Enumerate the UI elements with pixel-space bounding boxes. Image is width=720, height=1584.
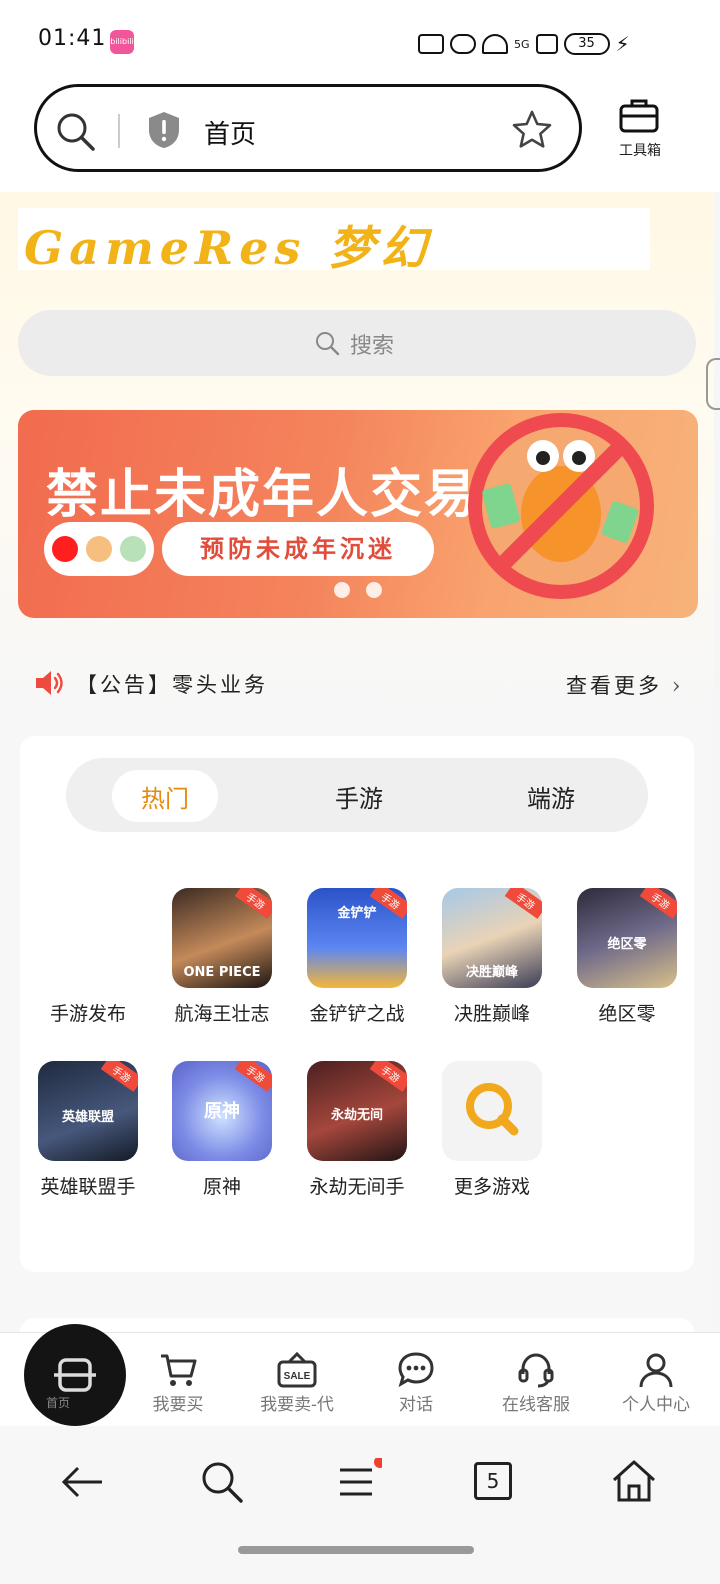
green-light bbox=[120, 536, 146, 562]
game-tile-one-piece[interactable]: 手游 ONE PIECE bbox=[172, 888, 272, 988]
game-label[interactable]: 永劫无间手 bbox=[295, 1172, 419, 1199]
game-label[interactable]: 绝区零 bbox=[565, 999, 689, 1026]
mobile-game-tag: 手游 bbox=[100, 1061, 138, 1092]
chat-icon bbox=[398, 1352, 434, 1388]
prohibition-icon bbox=[468, 413, 654, 599]
bilibili-app-icon: bilibili bbox=[110, 30, 134, 54]
search-placeholder: 搜索 bbox=[350, 334, 395, 359]
nav-label: 我要卖-代 bbox=[260, 1395, 334, 1415]
speaker-icon bbox=[36, 671, 63, 695]
game-label[interactable]: 更多游戏 bbox=[430, 1172, 554, 1199]
home-fab-label: 首页 bbox=[46, 1396, 71, 1410]
mobile-game-tag: 手游 bbox=[504, 888, 542, 919]
cloud-icon bbox=[450, 34, 476, 54]
chevron-right-icon: › bbox=[671, 674, 684, 699]
search-icon[interactable] bbox=[54, 110, 96, 152]
game-tile-naraka[interactable]: 手游 永劫无间 bbox=[307, 1061, 407, 1161]
cart-icon bbox=[161, 1354, 197, 1386]
announcement-text[interactable]: 【公告】零头业务 bbox=[76, 669, 268, 699]
view-more-link[interactable]: 查看更多 › bbox=[566, 670, 684, 700]
sale-tag-icon: SALE bbox=[277, 1351, 317, 1388]
game-label[interactable]: 英雄联盟手 bbox=[26, 1172, 150, 1199]
toolbox-icon[interactable] bbox=[618, 96, 660, 134]
home-scan-icon bbox=[54, 1358, 96, 1392]
nav-label: 对话 bbox=[399, 1395, 433, 1415]
cellular-signal-icon bbox=[535, 34, 558, 54]
nav-label: 我要买 bbox=[152, 1395, 204, 1415]
game-tile-jinchanchan[interactable]: 手游 金铲铲 bbox=[307, 888, 407, 988]
back-arrow-icon[interactable] bbox=[58, 1458, 106, 1506]
banner-page-dot[interactable] bbox=[366, 582, 382, 598]
game-tile-genshin[interactable]: 手游 原神 bbox=[172, 1061, 272, 1161]
side-drawer-handle[interactable] bbox=[706, 358, 720, 410]
game-tile-title: 英雄联盟 bbox=[61, 1110, 114, 1125]
game-tile-title: 永劫无间 bbox=[330, 1108, 383, 1123]
game-tile-title: 原神 bbox=[204, 1101, 240, 1122]
site-logo-text: GameRes 梦幻 bbox=[24, 221, 433, 275]
notification-icon bbox=[418, 34, 444, 54]
game-label[interactable]: 决胜巅峰 bbox=[430, 999, 554, 1026]
view-more-label: 查看更多 bbox=[566, 674, 662, 698]
red-light bbox=[52, 536, 78, 562]
tab-mobile-games[interactable]: 手游 bbox=[304, 779, 414, 814]
banner-title: 禁止未成年人交易 bbox=[46, 465, 479, 525]
address-divider bbox=[118, 114, 120, 148]
address-bar[interactable] bbox=[34, 84, 582, 172]
address-text[interactable]: 首页 bbox=[204, 114, 256, 151]
banner-page-dot[interactable] bbox=[334, 582, 350, 598]
nav-label: 个人中心 bbox=[622, 1395, 690, 1415]
nav-sell[interactable]: SALE 我要卖-代 bbox=[237, 1350, 357, 1415]
game-tile-juesheng[interactable]: 手游 决胜巅峰 bbox=[442, 888, 542, 988]
signal-type: 5G bbox=[514, 37, 530, 51]
tab-pc-games[interactable]: 端游 bbox=[496, 779, 606, 814]
mobile-game-tag: 手游 bbox=[369, 1061, 407, 1092]
tab-count: 5 bbox=[486, 1469, 500, 1493]
game-label[interactable]: 金铲铲之战 bbox=[295, 999, 419, 1026]
game-label[interactable]: 航海王壮志 bbox=[160, 999, 284, 1026]
game-tile-title: ONE PIECE bbox=[183, 965, 261, 980]
game-label[interactable]: 手游发布 bbox=[26, 999, 150, 1026]
game-tile-zenless[interactable]: 手游 绝区零 bbox=[577, 888, 677, 988]
nav-label: 在线客服 bbox=[502, 1395, 570, 1415]
svg-text:SALE: SALE bbox=[284, 1371, 311, 1382]
nav-support[interactable]: 在线客服 bbox=[476, 1350, 596, 1415]
nav-buy[interactable]: 我要买 bbox=[118, 1350, 238, 1415]
banner-subtitle: 预防未成年沉迷 bbox=[162, 522, 434, 576]
status-icons: 5G 35 ⚡ bbox=[418, 30, 668, 58]
home-indicator[interactable] bbox=[238, 1546, 474, 1554]
game-tile-title: 绝区零 bbox=[607, 937, 647, 952]
mobile-game-tag: 手游 bbox=[639, 888, 677, 919]
search-icon bbox=[316, 332, 340, 356]
tabs-button[interactable]: 5 bbox=[474, 1462, 512, 1500]
battery-icon: 35 bbox=[563, 33, 610, 55]
tab-hot[interactable]: 热门 bbox=[110, 779, 220, 814]
status-time: 01:41 bbox=[38, 26, 107, 51]
user-icon bbox=[639, 1353, 673, 1388]
game-label[interactable]: 原神 bbox=[160, 1172, 284, 1199]
yellow-light bbox=[86, 536, 112, 562]
nav-profile[interactable]: 个人中心 bbox=[596, 1350, 716, 1415]
game-tile-lol[interactable]: 手游 英雄联盟 bbox=[38, 1061, 138, 1161]
menu-icon[interactable] bbox=[334, 1458, 382, 1506]
charging-icon: ⚡ bbox=[615, 32, 630, 56]
game-tile-title: 金铲铲 bbox=[337, 906, 377, 921]
mobile-game-tag: 手游 bbox=[234, 888, 272, 919]
headset-icon bbox=[518, 1353, 554, 1388]
more-games-tile[interactable] bbox=[442, 1061, 542, 1161]
mobile-game-tag: 手游 bbox=[234, 1061, 272, 1092]
game-tile-publish[interactable] bbox=[38, 888, 138, 988]
search-icon[interactable] bbox=[198, 1458, 246, 1506]
star-icon[interactable] bbox=[510, 108, 554, 152]
home-fab[interactable] bbox=[24, 1324, 126, 1426]
wifi-icon bbox=[482, 34, 508, 54]
game-tile-title: 决胜巅峰 bbox=[465, 965, 518, 980]
nav-chat[interactable]: 对话 bbox=[356, 1350, 476, 1415]
home-icon[interactable] bbox=[610, 1456, 658, 1504]
toolbox-label[interactable]: 工具箱 bbox=[610, 140, 670, 160]
search-icon bbox=[466, 1083, 519, 1136]
shield-icon[interactable] bbox=[146, 110, 182, 150]
